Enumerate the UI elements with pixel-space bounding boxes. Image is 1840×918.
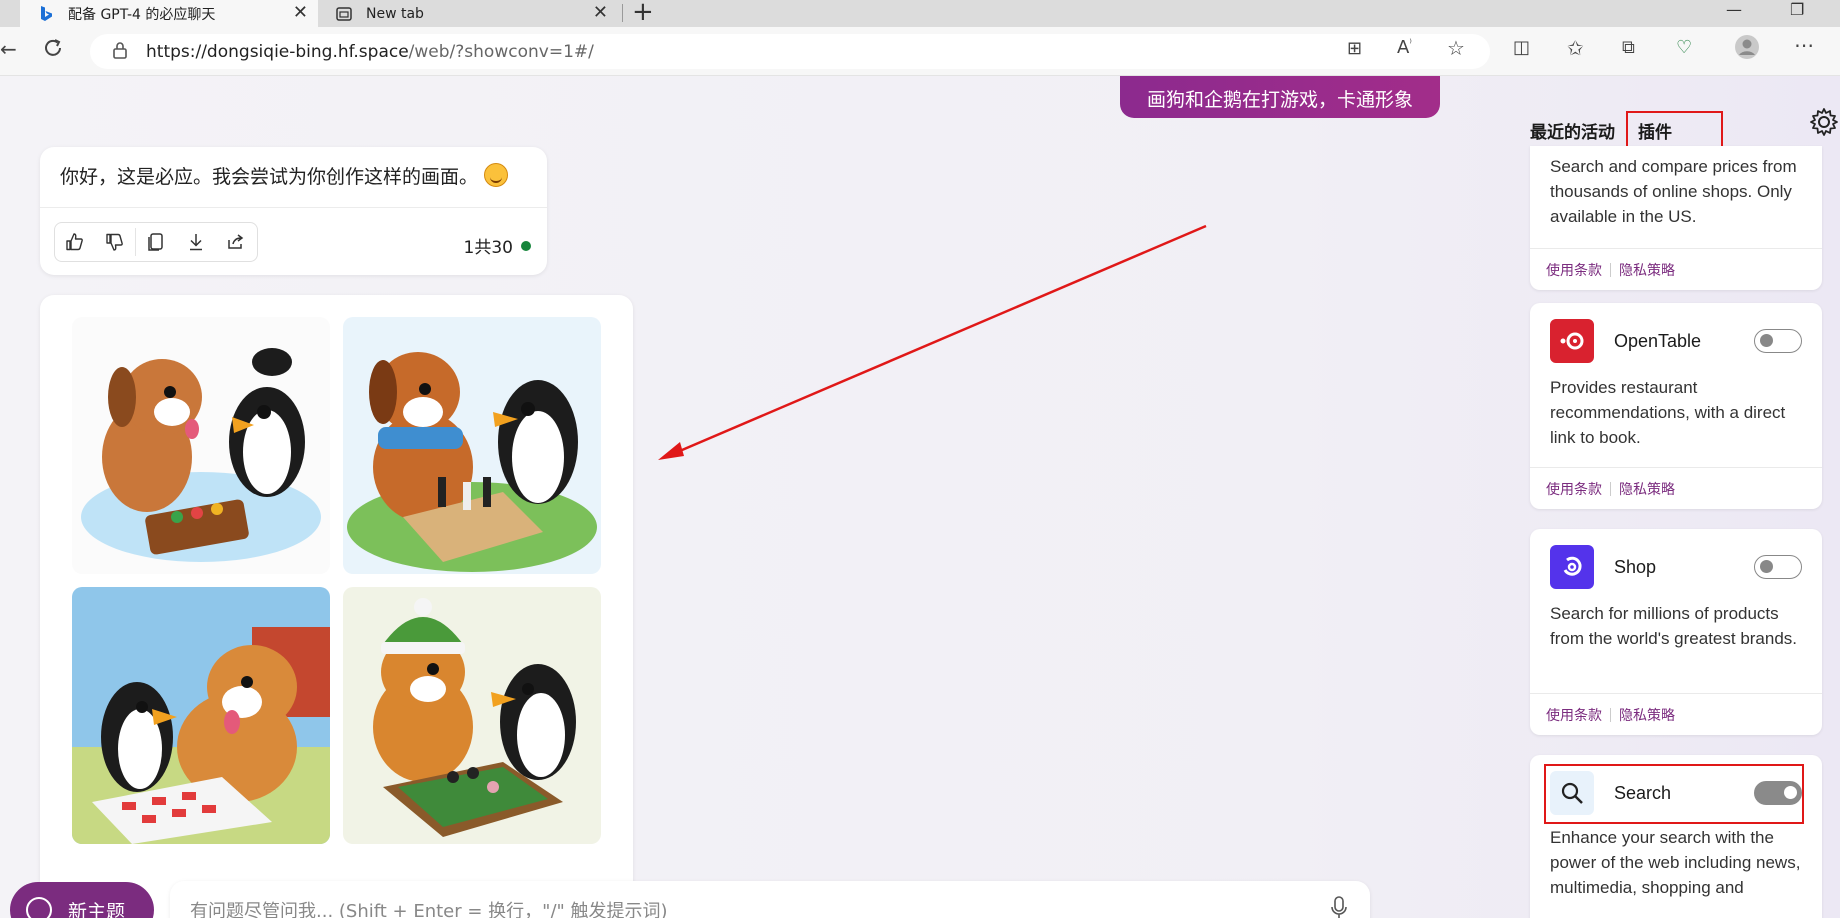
privacy-link[interactable]: 隐私策略 — [1619, 479, 1675, 499]
user-message-bubble: 画狗和企鹅在打游戏，卡通形象 — [1120, 76, 1440, 118]
lock-icon[interactable] — [112, 41, 130, 63]
generated-image-1[interactable] — [72, 317, 330, 574]
plugin-name: Shop — [1614, 557, 1657, 577]
restore-icon[interactable]: ❐ — [1790, 0, 1804, 19]
thumbs-down-icon[interactable] — [95, 223, 135, 261]
copy-icon[interactable] — [136, 223, 176, 261]
divider — [1610, 262, 1611, 277]
thumbs-up-icon[interactable] — [55, 223, 95, 261]
counter-text: 1共30 — [463, 238, 513, 258]
gear-icon[interactable] — [1808, 106, 1840, 142]
divider — [1610, 481, 1611, 496]
new-tab-icon[interactable]: + — [632, 0, 654, 27]
url-path: /web/?showconv=1#/ — [408, 41, 594, 62]
user-message-text: 画狗和企鹅在打游戏，卡通形象 — [1146, 88, 1413, 111]
generated-image-3[interactable] — [72, 587, 330, 844]
more-icon[interactable]: ⋯ — [1794, 33, 1814, 57]
plugin-card-opentable: OpenTable Provides restaurant recommenda… — [1530, 303, 1822, 509]
url-text: https://dongsiqie-bing.hf.space/web/?sho… — [146, 42, 594, 62]
annotation-box-search — [1544, 764, 1804, 824]
status-dot — [521, 240, 531, 251]
close-icon[interactable]: ✕ — [293, 2, 308, 23]
bot-message-text: 你好，这是必应。我会尝试为你创作这样的画面。 — [60, 166, 479, 188]
bot-message-card: 你好，这是必应。我会尝试为你创作这样的画面。 1共30 — [40, 147, 547, 275]
new-topic-label: 新主题 — [68, 900, 126, 918]
annotation-arrow — [658, 224, 1207, 460]
plugin-card-shopping: Search and compare prices from thousands… — [1530, 146, 1822, 290]
tab-bing-chat[interactable]: 配备 GPT-4 的必应聊天 ✕ — [20, 0, 318, 27]
message-actions — [54, 222, 258, 262]
privacy-link[interactable]: 隐私策略 — [1619, 705, 1675, 725]
collections-icon[interactable]: ⧉ — [1622, 37, 1635, 58]
generated-image-2[interactable] — [343, 317, 601, 574]
plugin-footer: 使用条款 隐私策略 — [1530, 248, 1822, 290]
close-icon[interactable]: ✕ — [593, 2, 608, 23]
plugin-description: Search for millions of products from the… — [1550, 604, 1798, 648]
microphone-icon[interactable] — [1330, 895, 1348, 918]
shop-logo-icon — [1550, 545, 1594, 589]
tab-new-tab[interactable]: New tab ✕ — [326, 0, 618, 27]
app-available-icon[interactable]: ⊞ — [1347, 38, 1362, 59]
plugin-description: Enhance your search with the power of th… — [1550, 828, 1801, 897]
profile-avatar[interactable] — [1734, 34, 1760, 65]
back-icon[interactable]: ← — [0, 37, 17, 61]
browser-essentials-icon[interactable]: ♡ — [1676, 37, 1692, 58]
plugin-card-shop: Shop Search for millions of products fro… — [1530, 529, 1822, 735]
plugin-description: Provides restaurant recommendations, wit… — [1550, 378, 1786, 447]
bot-message: 你好，这是必应。我会尝试为你创作这样的画面。 — [60, 162, 509, 189]
plugin-footer: 使用条款 隐私策略 — [1530, 467, 1822, 509]
divider — [40, 207, 547, 208]
plugin-footer: 使用条款 隐私策略 — [1530, 693, 1822, 735]
split-screen-icon[interactable]: ◫ — [1513, 37, 1530, 58]
url-host: https://dongsiqie-bing.hf.space — [146, 41, 409, 62]
tab-title: 配备 GPT-4 的必应聊天 — [68, 6, 216, 23]
bing-icon — [38, 5, 54, 22]
tab-title: New tab — [366, 5, 424, 22]
privacy-link[interactable]: 隐私策略 — [1619, 260, 1675, 280]
plugin-toggle-opentable[interactable] — [1754, 329, 1802, 353]
chat-input[interactable]: 有问题尽管问我... (Shift + Enter = 换行，"/" 触发提示词… — [170, 881, 1370, 918]
terms-link[interactable]: 使用条款 — [1546, 705, 1602, 725]
download-icon[interactable] — [176, 223, 216, 261]
refresh-icon[interactable] — [42, 37, 64, 64]
new-tab-page-icon — [336, 6, 352, 22]
plugin-toggle-shop[interactable] — [1754, 555, 1802, 579]
address-toolbar: ← https://dongsiqie-bing.hf.space/web/?s… — [0, 27, 1840, 76]
chat-input-placeholder: 有问题尽管问我... (Shift + Enter = 换行，"/" 触发提示词… — [190, 901, 668, 918]
terms-link[interactable]: 使用条款 — [1546, 479, 1602, 499]
terms-link[interactable]: 使用条款 — [1546, 260, 1602, 280]
address-bar[interactable]: https://dongsiqie-bing.hf.space/web/?sho… — [90, 34, 1490, 69]
tab-bar: 配备 GPT-4 的必应聊天 ✕ New tab ✕ + — ❐ — [0, 0, 1840, 27]
plugin-description: Search and compare prices from thousands… — [1550, 157, 1797, 226]
page-content: 画狗和企鹅在打游戏，卡通形象 你好，这是必应。我会尝试为你创作这样的画面。 1共… — [0, 76, 1840, 918]
divider — [1610, 707, 1611, 722]
read-aloud-icon[interactable]: A⁾ — [1397, 37, 1412, 58]
opentable-logo-icon — [1550, 319, 1594, 363]
image-grid-card — [40, 295, 633, 918]
plugin-name: OpenTable — [1614, 331, 1702, 351]
new-topic-icon — [26, 897, 52, 918]
turn-counter: 1共30 — [464, 233, 531, 258]
share-icon[interactable] — [216, 223, 256, 261]
smile-emoji-icon — [484, 163, 509, 187]
tab-recent-label: 最近的活动 — [1530, 123, 1615, 143]
tab-separator — [622, 4, 623, 22]
new-topic-button[interactable]: 新主题 — [10, 882, 154, 918]
favorite-icon[interactable]: ☆ — [1447, 36, 1465, 60]
tab-recent-activity[interactable]: 最近的活动 — [1530, 118, 1615, 143]
minimize-icon[interactable]: — — [1726, 0, 1742, 19]
generated-image-4[interactable] — [343, 587, 601, 844]
favorites-icon[interactable]: ✩ — [1567, 36, 1584, 60]
